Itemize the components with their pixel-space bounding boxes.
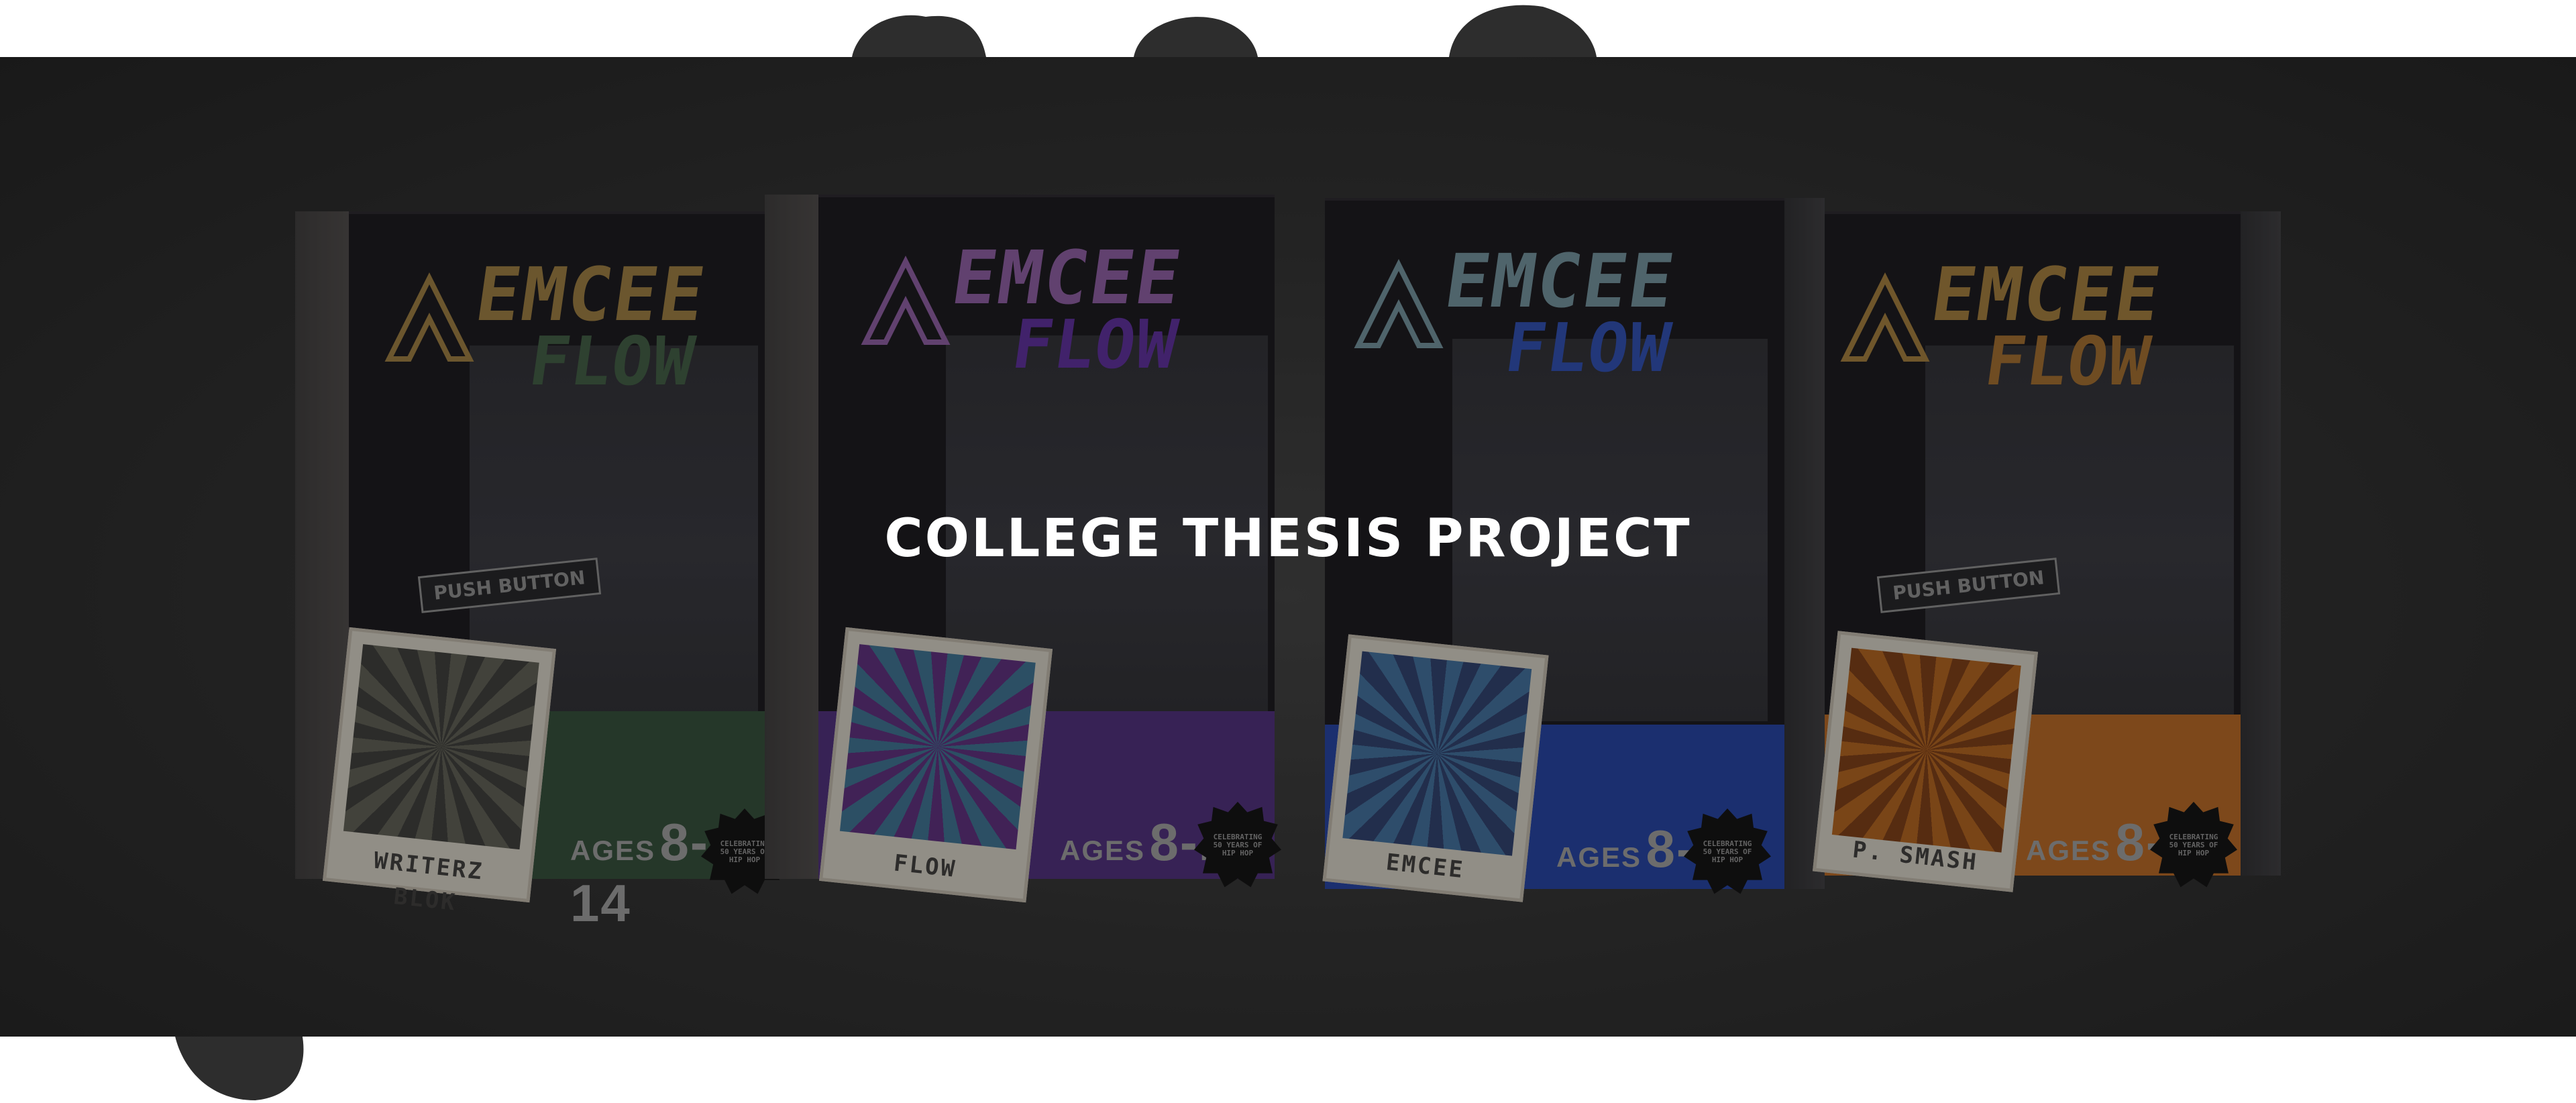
ages-value: 8-14: [570, 812, 709, 933]
ages-prefix: AGES: [1556, 841, 1642, 873]
character-art-emcee-mic-icon: [1342, 651, 1532, 856]
character-card: FLOW: [818, 627, 1053, 903]
character-art-graffiti-artist-icon: [343, 644, 539, 850]
character-card: EMCEE: [1322, 634, 1549, 902]
product-logo: EMCEE FLOW: [382, 245, 758, 413]
card-name: WRITERZ BLOK: [372, 847, 485, 916]
hero-title: COLLEGE THESIS PROJECT: [884, 509, 1692, 569]
product-logo: EMCEE FLOW: [1352, 231, 1754, 399]
character-card: P. SMASH: [1813, 631, 2038, 892]
card-name: FLOW: [892, 849, 958, 883]
logo-flow: FLOW: [1980, 322, 2156, 401]
character-card: WRITERZ BLOK: [322, 627, 557, 916]
product-logo: EMCEE FLOW: [1838, 245, 2241, 413]
product-logo: EMCEE FLOW: [859, 228, 1261, 396]
ages-prefix: AGES: [1060, 835, 1146, 866]
ages-prefix: AGES: [570, 835, 656, 866]
character-art-rapper-woman-icon: [839, 644, 1036, 850]
character-art-dj-producer-icon: [1831, 647, 2021, 853]
logo-flow: FLOW: [524, 322, 700, 401]
logo-flow: FLOW: [1007, 305, 1183, 384]
ages-prefix: AGES: [2026, 835, 2112, 866]
logo-flow: FLOW: [1500, 309, 1676, 387]
